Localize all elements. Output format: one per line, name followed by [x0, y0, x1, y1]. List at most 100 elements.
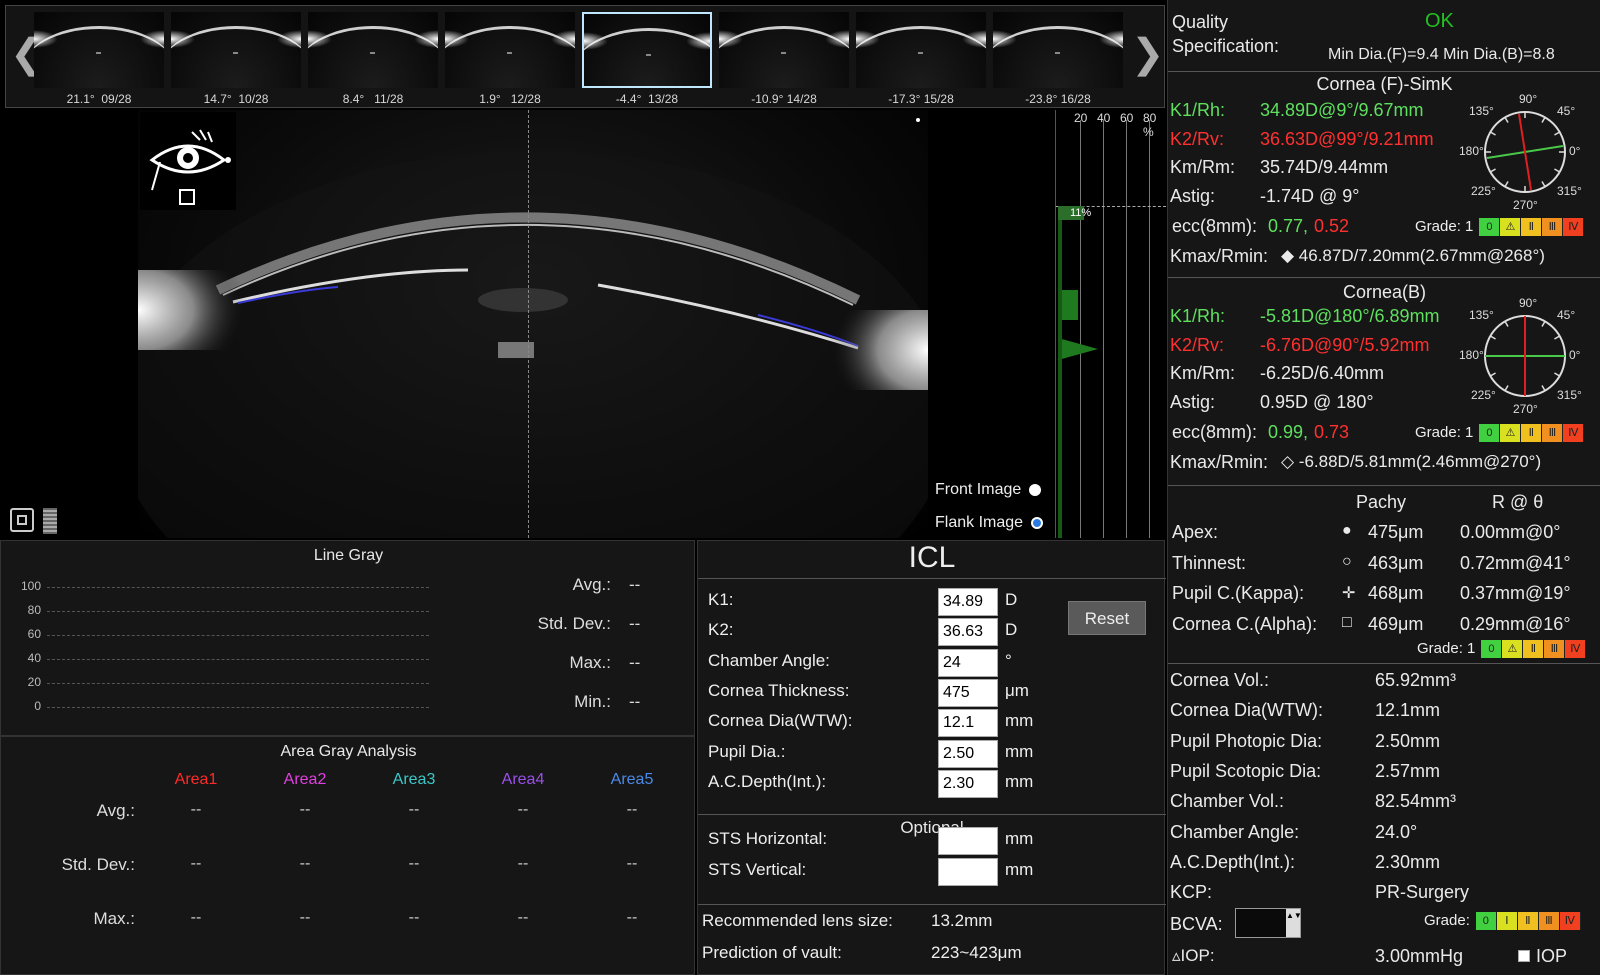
grade-cell: ⚠: [1500, 424, 1522, 443]
icl-field-input[interactable]: 2.50: [938, 739, 998, 768]
icl-field-input[interactable]: 34.89: [938, 588, 998, 616]
area-cell-value: --: [190, 855, 202, 872]
dial-label: 225°: [1471, 184, 1496, 198]
icl-field-label: Cornea Dia(WTW):: [708, 711, 853, 731]
area-cell-value: --: [408, 909, 420, 926]
thumbnail-label: 8.4° 11/28: [342, 92, 404, 106]
icl-field-input[interactable]: 475: [938, 678, 998, 707]
thumbnail[interactable]: [171, 12, 301, 88]
summary-value: 82.54mm³: [1375, 791, 1457, 812]
spinner-arrows-icon[interactable]: ▲▼: [1286, 909, 1302, 937]
scan-image[interactable]: [138, 110, 928, 538]
icl-field-label: Pupil Dia.:: [708, 741, 786, 761]
grade-cell: Ⅱ: [1517, 912, 1539, 931]
fit-view-icon[interactable]: [10, 508, 34, 532]
grade-label: Grade: 1: [1415, 424, 1474, 441]
grade-bar: 0 ⚠ Ⅱ Ⅲ Ⅳ: [1479, 218, 1585, 237]
icl-field-input[interactable]: 36.63: [938, 618, 998, 647]
pachy-col-header: Pachy: [1356, 492, 1407, 512]
flank-image-label: Flank Image: [935, 514, 1024, 531]
cornea-b-section: Cornea(B) K1/Rh: -5.81D@180°/6.89mm K2/Rv: -…: [1168, 278, 1600, 486]
icl-result-label: Recommended lens size:: [702, 911, 893, 930]
iop-checkbox[interactable]: [1518, 950, 1530, 962]
area-header: Area1: [174, 771, 218, 788]
dial-label: 315°: [1557, 388, 1582, 402]
line-gray-stat-value: --: [629, 575, 641, 594]
icl-field-input[interactable]: 24: [938, 648, 998, 677]
cornea-f-ecc-label: ecc(8mm):: [1172, 216, 1257, 236]
flank-image-option[interactable]: Flank Image: [935, 514, 1044, 532]
flank-image-radio[interactable]: [1031, 516, 1044, 529]
front-image-radio[interactable]: [1029, 483, 1042, 496]
area-row-label: Std. Dev.:: [61, 855, 135, 874]
thumbnail[interactable]: [856, 12, 986, 88]
icl-field-input[interactable]: 2.30: [938, 769, 998, 798]
eye-orientation-icon: [140, 112, 236, 210]
icl-result-value: 13.2mm: [931, 911, 993, 930]
optional-field-label: STS Horizontal:: [708, 829, 828, 848]
cornea-f-k1-value: 34.89D@9°/9.67mm: [1260, 100, 1424, 120]
thumbnail[interactable]: [445, 12, 575, 88]
area-gray-panel: Area Gray Analysis Area1 Area2 Area3 Area4 A…: [0, 736, 695, 975]
grid-line: [47, 611, 429, 612]
icl-field-unit: mm: [1005, 741, 1034, 761]
grid-line: [47, 635, 429, 636]
histo-tick: 40: [1097, 111, 1111, 125]
icl-field-unit: D: [1005, 590, 1018, 609]
cornea-b-astig-value: 0.95D @ 180°: [1260, 391, 1374, 412]
line-gray-y-tick: 60: [27, 627, 41, 641]
cornea-f-kmax-label: Kmax/Rmin:: [1170, 246, 1269, 266]
grade-cell: 0: [1481, 640, 1503, 659]
pachy-row-label: Apex:: [1172, 522, 1219, 542]
optional-field-input[interactable]: [938, 857, 998, 886]
summary-value: 2.57mm: [1375, 760, 1441, 781]
summary-value: 12.1mm: [1375, 700, 1441, 721]
r-theta-value: 0.72mm@41°: [1460, 552, 1571, 573]
cornea-b-k2-label: K2/Rv:: [1170, 334, 1225, 355]
grade-bar: 0 ⚠ Ⅱ Ⅲ Ⅳ: [1481, 640, 1587, 659]
pachy-row-label: Pupil C.(Kappa):: [1172, 583, 1305, 603]
optional-field-input[interactable]: [938, 827, 998, 855]
line-gray-y-tick: 0: [34, 699, 41, 713]
grade-bar: 0ⅠⅡⅢⅣ: [1475, 912, 1581, 931]
optional-field-label: STS Vertical:: [708, 859, 807, 879]
front-image-label: Front Image: [935, 481, 1022, 498]
icl-field-label: A.C.Depth(Int.):: [708, 771, 827, 791]
cornea-b-k1-label: K1/Rh:: [1170, 306, 1226, 326]
iop-label: ▵IOP:: [1172, 946, 1215, 965]
grade-label: Grade: 1: [1415, 218, 1474, 235]
summary-label: Cornea Dia(WTW):: [1170, 700, 1324, 721]
grade-cell: Ⅳ: [1559, 912, 1581, 931]
cornea-b-astig-label: Astig:: [1170, 391, 1216, 412]
pachy-value: 469μm: [1368, 613, 1424, 634]
scan-cursor-line: [528, 110, 529, 538]
scroll-handle-icon[interactable]: [43, 508, 57, 534]
front-image-option[interactable]: Front Image: [935, 481, 1042, 499]
area-cell-value: --: [408, 855, 420, 872]
reset-button[interactable]: Reset: [1068, 601, 1146, 635]
icl-field-input[interactable]: 12.1: [938, 709, 998, 738]
optional-field-unit: mm: [1005, 829, 1034, 848]
thumbnail[interactable]: [308, 12, 438, 88]
dial-label: 0°: [1569, 144, 1581, 158]
grade-cell: Ⅳ: [1563, 218, 1585, 237]
grade-cell: Ⅳ: [1563, 424, 1585, 443]
bcva-spinner[interactable]: ▲▼: [1235, 908, 1302, 938]
pachy-symbol-icon: ●: [1342, 522, 1352, 539]
area-cell-value: --: [517, 855, 529, 872]
thumbnail[interactable]: [993, 12, 1123, 88]
grade-cell: 0: [1475, 912, 1497, 931]
thumbnail[interactable]: [34, 12, 164, 88]
grade-label: Grade:: [1424, 912, 1470, 929]
summary-value: 2.50mm: [1375, 730, 1441, 751]
quality-section: Quality Specification: OK Min Dia.(F)=9.…: [1168, 0, 1600, 72]
area-header: Area3: [392, 771, 436, 788]
thumbnail[interactable]: [719, 12, 849, 88]
area-cell-value: --: [299, 855, 311, 872]
icl-field-unit: mm: [1005, 711, 1034, 731]
cornea-f-grade: Grade: 1 0 ⚠ Ⅱ Ⅲ Ⅳ: [1415, 218, 1585, 237]
thumbnail[interactable]: [582, 12, 712, 88]
next-arrow-icon[interactable]: ❯: [1131, 34, 1165, 74]
summary-label: Cornea Vol.:: [1170, 670, 1270, 690]
line-gray-y-tick: 100: [20, 579, 41, 593]
